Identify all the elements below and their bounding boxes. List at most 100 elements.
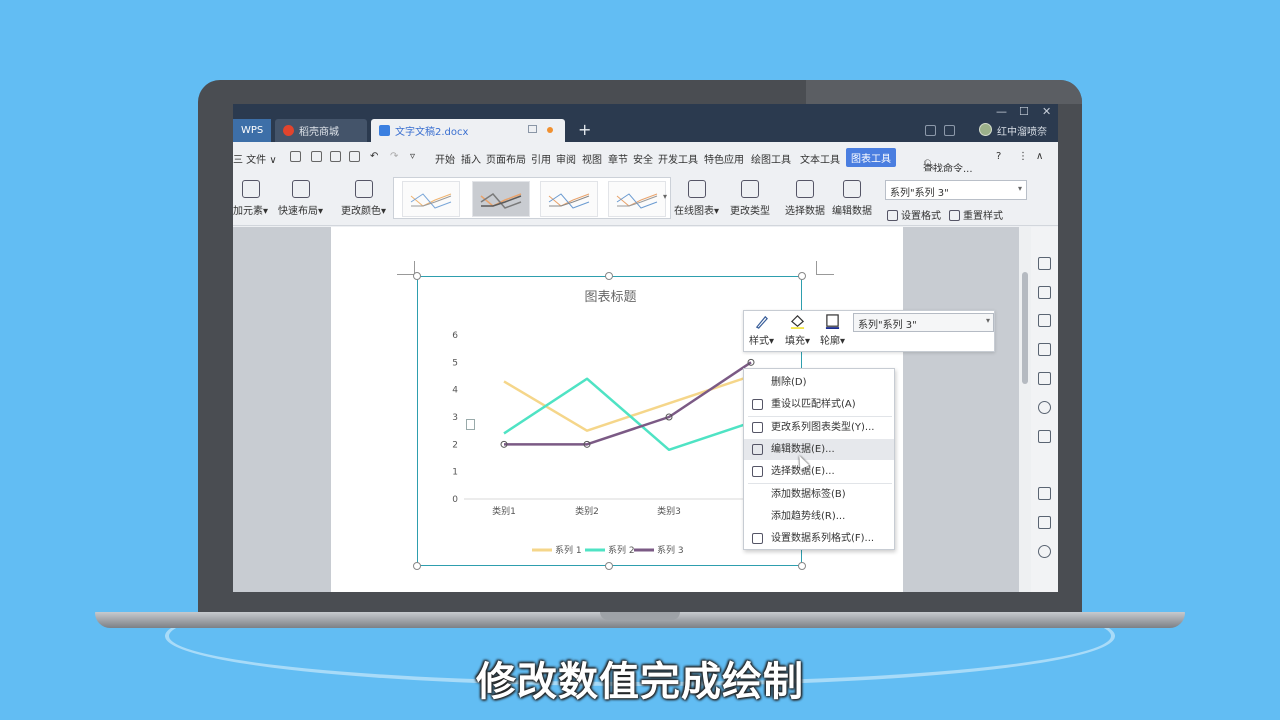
redo-icon[interactable]: ↷ bbox=[390, 151, 398, 162]
style-button[interactable]: 样式▾ bbox=[749, 314, 774, 347]
menu-item-11[interactable]: 文本工具 bbox=[800, 151, 840, 166]
select-data-button[interactable]: 选择数据 bbox=[785, 180, 825, 217]
tab-store[interactable]: 稻壳商城 bbox=[275, 119, 367, 142]
fill-label: 填充 bbox=[785, 336, 805, 347]
chart-style-thumb[interactable] bbox=[540, 181, 598, 217]
margin-mark bbox=[816, 261, 834, 275]
pen-icon[interactable] bbox=[1038, 257, 1051, 270]
legend-label: 系列 3 bbox=[657, 544, 684, 556]
collapse-ribbon-icon[interactable]: ∧ bbox=[1036, 151, 1043, 162]
video-caption: 修改数值完成绘制 bbox=[476, 659, 804, 705]
menu-item-7[interactable]: 安全 bbox=[633, 151, 653, 166]
gallery-icon[interactable] bbox=[1038, 372, 1051, 385]
menu-item-label: 重设以匹配样式(A) bbox=[771, 399, 856, 410]
resize-handle[interactable] bbox=[413, 272, 421, 280]
chevron-down-icon: ▾ bbox=[1017, 184, 1022, 193]
reset-style-icon bbox=[949, 210, 960, 221]
menu-item-select-data[interactable]: 选择数据(E)... bbox=[744, 461, 894, 482]
export-icon[interactable] bbox=[349, 151, 360, 162]
undo-icon[interactable]: ↶ bbox=[370, 151, 378, 162]
menu-item-9[interactable]: 特色应用 bbox=[704, 151, 744, 166]
image-icon[interactable] bbox=[1038, 516, 1051, 529]
series-line-1 bbox=[503, 374, 752, 432]
scrollbar-thumb[interactable] bbox=[1022, 272, 1028, 384]
change-type-button[interactable]: 更改类型 bbox=[730, 180, 770, 217]
y-tick-label: 2 bbox=[452, 440, 458, 450]
help-icon[interactable]: ? bbox=[996, 151, 1001, 162]
tab-wps[interactable]: WPS bbox=[233, 119, 271, 142]
quick-layout-label: 快速布局 bbox=[278, 206, 318, 217]
close-icon[interactable]: ✕ bbox=[1042, 105, 1051, 118]
series-element-value: 系列"系列 3" bbox=[858, 320, 917, 331]
resize-handle[interactable] bbox=[798, 272, 806, 280]
star-icon[interactable] bbox=[1038, 401, 1051, 414]
outline-button[interactable]: 轮廓▾ bbox=[820, 314, 845, 347]
cursor-select-icon[interactable] bbox=[1038, 286, 1051, 299]
quick-layout-icon bbox=[291, 180, 310, 198]
y-tick-label: 1 bbox=[452, 468, 458, 478]
menu-item-add-trendline[interactable]: 添加趋势线(R)... bbox=[744, 506, 894, 527]
sync-icon[interactable] bbox=[925, 125, 936, 136]
avatar[interactable] bbox=[979, 123, 992, 136]
quick-access-dropdown-icon[interactable]: ▿ bbox=[410, 151, 415, 162]
edit-data-button[interactable]: 编辑数据 bbox=[832, 180, 872, 217]
x-tick-label: 类别3 bbox=[657, 505, 681, 517]
chart-style-thumb[interactable] bbox=[608, 181, 666, 217]
shield-icon[interactable] bbox=[1038, 545, 1051, 558]
reset-style-button[interactable]: 重置样式 bbox=[949, 207, 1003, 222]
save-icon[interactable] bbox=[290, 151, 301, 162]
title-bar: WPS 稻壳商城 文字文稿2.docx + — ☐ ✕ 红中溜喷奈 bbox=[233, 104, 1058, 142]
sliders-icon[interactable] bbox=[1038, 343, 1051, 356]
print-preview-icon[interactable] bbox=[311, 151, 322, 162]
maximize-icon[interactable]: ☐ bbox=[1019, 105, 1029, 118]
set-format-button[interactable]: 设置格式 bbox=[887, 207, 941, 222]
online-chart-button[interactable]: 在线图表▾ bbox=[674, 180, 719, 217]
chart-style-thumb[interactable] bbox=[402, 181, 460, 217]
resize-handle[interactable] bbox=[605, 272, 613, 280]
menu-item-delete[interactable]: 删除(D) bbox=[744, 372, 894, 393]
laptop-notch bbox=[600, 612, 680, 620]
menu-item-add-labels[interactable]: 添加数据标签(B) bbox=[744, 484, 894, 505]
minimize-icon[interactable]: — bbox=[996, 105, 1007, 118]
menu-item-0[interactable]: 开始 bbox=[435, 151, 455, 166]
monitor-icon[interactable] bbox=[528, 125, 537, 133]
menu-item-6[interactable]: 章节 bbox=[608, 151, 628, 166]
menu-item-edit-data[interactable]: 编辑数据(E)... bbox=[744, 439, 894, 460]
menu-item-8[interactable]: 开发工具 bbox=[658, 151, 698, 166]
shirt-icon[interactable] bbox=[944, 125, 955, 136]
menu-item-reset-style[interactable]: 重设以匹配样式(A) bbox=[744, 394, 894, 415]
series-selector[interactable]: 系列"系列 3" ▾ bbox=[885, 180, 1027, 200]
resize-handle[interactable] bbox=[413, 562, 421, 570]
menu-chart-tools[interactable]: 图表工具 bbox=[846, 148, 896, 167]
new-tab-button[interactable]: + bbox=[578, 120, 591, 139]
archive-icon[interactable] bbox=[1038, 487, 1051, 500]
more-icon[interactable]: ⋮ bbox=[1018, 151, 1028, 162]
add-element-button[interactable]: 加元素▾ bbox=[233, 180, 268, 217]
print-icon[interactable] bbox=[330, 151, 341, 162]
menu-item-3[interactable]: 引用 bbox=[531, 151, 551, 166]
tab-document[interactable]: 文字文稿2.docx bbox=[371, 119, 565, 142]
shapes-icon[interactable] bbox=[1038, 314, 1051, 327]
username[interactable]: 红中溜喷奈 bbox=[997, 123, 1047, 138]
series-element-selector[interactable]: 系列"系列 3" ▾ bbox=[853, 313, 994, 332]
share-icon[interactable] bbox=[1038, 430, 1051, 443]
menu-file[interactable]: 三 文件 ∨ bbox=[233, 151, 277, 166]
resize-handle[interactable] bbox=[605, 562, 613, 570]
menu-item-1[interactable]: 插入 bbox=[461, 151, 481, 166]
menu-item-format-series[interactable]: 设置数据系列格式(F)... bbox=[744, 528, 894, 549]
set-format-label: 设置格式 bbox=[901, 211, 941, 222]
menu-item-2[interactable]: 页面布局 bbox=[486, 151, 526, 166]
doc-icon bbox=[379, 125, 390, 136]
change-color-button[interactable]: 更改颜色▾ bbox=[341, 180, 386, 217]
quick-layout-button[interactable]: 快速布局▾ bbox=[278, 180, 323, 217]
menu-item-10[interactable]: 绘图工具 bbox=[751, 151, 791, 166]
menu-item-5[interactable]: 视图 bbox=[582, 151, 602, 166]
menu-item-4[interactable]: 审阅 bbox=[556, 151, 576, 166]
resize-handle[interactable] bbox=[798, 562, 806, 570]
x-tick-label: 类别2 bbox=[575, 505, 599, 517]
menu-item-change-series-type[interactable]: 更改系列图表类型(Y)... bbox=[744, 417, 894, 438]
chart-style-thumb[interactable] bbox=[472, 181, 530, 217]
select-data-icon bbox=[752, 466, 763, 477]
fill-button[interactable]: 填充▾ bbox=[785, 314, 810, 347]
gallery-scroll-icon[interactable]: ▾ bbox=[663, 192, 667, 201]
